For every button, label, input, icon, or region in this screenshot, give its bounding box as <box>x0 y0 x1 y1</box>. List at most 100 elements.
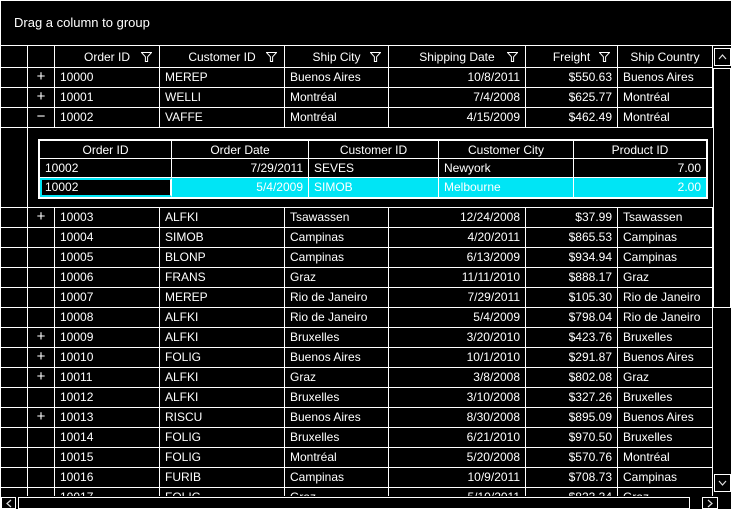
detail-row-item[interactable]: 10002 7/29/2011 SEVES Newyork 7.00 <box>40 159 706 178</box>
scroll-up-button[interactable] <box>714 48 731 66</box>
cell-customer-id[interactable]: FOLIG <box>160 448 285 467</box>
cell-customer-id[interactable]: ALFKI <box>160 308 285 327</box>
cell-ship-country[interactable]: Montréal <box>618 88 713 107</box>
cell-freight[interactable]: $462.49 <box>526 108 618 127</box>
cell-ship-city[interactable]: Montréal <box>285 88 389 107</box>
cell-order-id[interactable]: 10008 <box>55 308 160 327</box>
cell-freight[interactable]: $888.17 <box>526 268 618 287</box>
detail-cell-order-date[interactable]: 5/4/2009 <box>172 178 309 197</box>
cell-ship-city[interactable]: Rio de Janeiro <box>285 308 389 327</box>
cell-order-id[interactable]: 10010 <box>55 348 160 367</box>
grid-row[interactable]: 10005 BLONP Campinas 6/13/2009 $934.94 Campin… <box>0 248 713 268</box>
cell-ship-country[interactable]: Graz <box>618 368 713 387</box>
cell-ship-country[interactable]: Buenos Aires <box>618 408 713 427</box>
cell-ship-country[interactable]: Graz <box>618 488 713 496</box>
cell-ship-country[interactable]: Campinas <box>618 248 713 267</box>
cell-ship-city[interactable]: Bruxelles <box>285 428 389 447</box>
grid-row[interactable]: +10013 RISCU Buenos Aires 8/30/2008 $895.09 B… <box>0 408 713 428</box>
group-drop-area[interactable]: Drag a column to group <box>0 0 732 46</box>
cell-order-id[interactable]: 10016 <box>55 468 160 487</box>
grid-row[interactable]: +10003 ALFKI Tsawassen 12/24/2008 $37.99 Tsaw… <box>0 208 713 228</box>
filter-icon[interactable] <box>266 51 277 62</box>
cell-shipping-date[interactable]: 6/21/2010 <box>389 428 526 447</box>
cell-customer-id[interactable]: FRANS <box>160 268 285 287</box>
cell-order-id[interactable]: 10013 <box>55 408 160 427</box>
vertical-scroll-thumb[interactable] <box>713 68 731 308</box>
cell-customer-id[interactable]: VAFFE <box>160 108 285 127</box>
cell-customer-id[interactable]: ALFKI <box>160 208 285 227</box>
cell-ship-country[interactable]: Tsawassen <box>618 208 713 227</box>
column-header-order-id[interactable]: Order ID <box>55 46 160 67</box>
detail-cell-order-id[interactable]: 10002 <box>40 159 172 177</box>
grid-row[interactable]: 10007 MEREP Rio de Janeiro 7/29/2011 $105.30… <box>0 288 713 308</box>
cell-ship-city[interactable]: Buenos Aires <box>285 348 389 367</box>
cell-ship-country[interactable]: Rio de Janeiro <box>618 288 713 307</box>
cell-customer-id[interactable]: SIMOB <box>160 228 285 247</box>
cell-order-id[interactable]: 10015 <box>55 448 160 467</box>
cell-shipping-date[interactable]: 3/8/2008 <box>389 368 526 387</box>
expand-button[interactable]: + <box>28 348 55 367</box>
cell-freight[interactable]: $934.94 <box>526 248 618 267</box>
cell-order-id[interactable]: 10001 <box>55 88 160 107</box>
filter-icon[interactable] <box>141 51 152 62</box>
expand-button[interactable]: + <box>28 368 55 387</box>
cell-shipping-date[interactable]: 4/20/2011 <box>389 228 526 247</box>
cell-freight[interactable]: $802.08 <box>526 368 618 387</box>
cell-ship-country[interactable]: Bruxelles <box>618 388 713 407</box>
cell-shipping-date[interactable]: 6/13/2009 <box>389 248 526 267</box>
cell-ship-city[interactable]: Tsawassen <box>285 208 389 227</box>
cell-shipping-date[interactable]: 7/29/2011 <box>389 288 526 307</box>
cell-order-id[interactable]: 10005 <box>55 248 160 267</box>
cell-shipping-date[interactable]: 11/11/2010 <box>389 268 526 287</box>
cell-shipping-date[interactable]: 10/1/2010 <box>389 348 526 367</box>
cell-freight[interactable]: $865.53 <box>526 228 618 247</box>
horizontal-scrollbar[interactable] <box>0 496 732 510</box>
cell-shipping-date[interactable]: 10/8/2011 <box>389 68 526 87</box>
cell-order-id[interactable]: 10000 <box>55 68 160 87</box>
cell-freight[interactable]: $423.76 <box>526 328 618 347</box>
grid-row[interactable]: +10011 ALFKI Graz 3/8/2008 $802.08 Graz <box>0 368 713 388</box>
detail-column-header-product-id[interactable]: Product ID <box>574 141 706 158</box>
cell-customer-id[interactable]: MEREP <box>160 288 285 307</box>
scroll-down-button[interactable] <box>714 474 731 492</box>
expand-button[interactable]: + <box>28 208 55 227</box>
cell-shipping-date[interactable]: 3/10/2008 <box>389 388 526 407</box>
vertical-scrollbar[interactable] <box>713 46 732 496</box>
cell-freight[interactable]: $823.34 <box>526 488 618 496</box>
cell-order-id[interactable]: 10012 <box>55 388 160 407</box>
cell-customer-id[interactable]: RISCU <box>160 408 285 427</box>
cell-order-id[interactable]: 10017 <box>55 488 160 496</box>
cell-ship-city[interactable]: Buenos Aires <box>285 68 389 87</box>
horizontal-scroll-thumb[interactable] <box>18 497 690 509</box>
filter-icon[interactable] <box>507 51 518 62</box>
cell-customer-id[interactable]: FOLIG <box>160 348 285 367</box>
cell-freight[interactable]: $327.26 <box>526 388 618 407</box>
cell-ship-city[interactable]: Graz <box>285 488 389 496</box>
cell-ship-country[interactable]: Bruxelles <box>618 428 713 447</box>
expand-button[interactable]: + <box>28 88 55 107</box>
grid-row[interactable]: +10009 ALFKI Bruxelles 3/20/2010 $423.76 Brux… <box>0 328 713 348</box>
cell-customer-id[interactable]: FURIB <box>160 468 285 487</box>
cell-customer-id[interactable]: ALFKI <box>160 388 285 407</box>
column-header-freight[interactable]: Freight <box>526 46 618 67</box>
detail-cell-order-date[interactable]: 7/29/2011 <box>172 159 309 177</box>
cell-freight[interactable]: $550.63 <box>526 68 618 87</box>
cell-shipping-date[interactable]: 4/15/2009 <box>389 108 526 127</box>
detail-cell-customer-id[interactable]: SIMOB <box>309 178 439 197</box>
grid-row[interactable]: +10001 WELLI Montréal 7/4/2008 $625.77 Montré… <box>0 88 713 108</box>
cell-order-id[interactable]: 10014 <box>55 428 160 447</box>
cell-shipping-date[interactable]: 5/20/2008 <box>389 448 526 467</box>
cell-ship-country[interactable]: Campinas <box>618 228 713 247</box>
cell-order-id[interactable]: 10004 <box>55 228 160 247</box>
detail-cell-product-id[interactable]: 7.00 <box>574 159 706 177</box>
cell-ship-city[interactable]: Campinas <box>285 248 389 267</box>
cell-customer-id[interactable]: ALFKI <box>160 368 285 387</box>
cell-freight[interactable]: $291.87 <box>526 348 618 367</box>
cell-freight[interactable]: $570.76 <box>526 448 618 467</box>
cell-ship-city[interactable]: Montréal <box>285 108 389 127</box>
cell-freight[interactable]: $625.77 <box>526 88 618 107</box>
cell-customer-id[interactable]: MEREP <box>160 68 285 87</box>
cell-ship-country[interactable]: Graz <box>618 268 713 287</box>
detail-column-header-order-date[interactable]: Order Date <box>172 141 309 158</box>
column-header-customer-id[interactable]: Customer ID <box>160 46 285 67</box>
